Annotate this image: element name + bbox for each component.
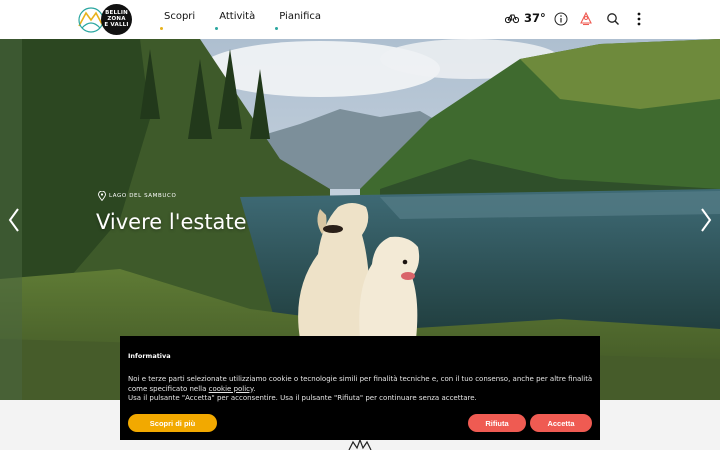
info-icon[interactable] bbox=[553, 11, 569, 27]
nav-item-attivita[interactable]: Attività bbox=[215, 11, 255, 30]
search-icon[interactable] bbox=[605, 11, 621, 27]
site-header: BELLIN ZONA E VALLI Scopri Attività Pian… bbox=[0, 0, 720, 39]
site-logo[interactable]: BELLIN ZONA E VALLI bbox=[76, 4, 132, 35]
cookie-text-part-2: . bbox=[253, 384, 256, 393]
hero-location-label: LAGO DEL SAMBUCO bbox=[109, 193, 177, 199]
weather-temperature: 37° bbox=[524, 11, 546, 25]
cookie-banner-title: Informativa bbox=[128, 352, 171, 360]
cookie-text-part-3: Usa il pulsante "Accetta" per acconsenti… bbox=[128, 394, 477, 403]
cookie-text-part-1: Noi e terze parti selezionate utilizziam… bbox=[128, 375, 593, 393]
cookie-banner-text: Noi e terze parti selezionate utilizziam… bbox=[128, 375, 594, 404]
weather-widget[interactable]: 37° bbox=[505, 11, 546, 25]
alert-icon[interactable] bbox=[578, 11, 594, 27]
reject-button[interactable]: Rifiuta bbox=[468, 414, 526, 432]
more-vertical-icon[interactable] bbox=[631, 11, 647, 27]
bicycle-weather-icon bbox=[505, 14, 519, 24]
learn-more-button[interactable]: Scopri di più bbox=[128, 414, 217, 432]
accept-button[interactable]: Accetta bbox=[530, 414, 592, 432]
hero-location: LAGO DEL SAMBUCO bbox=[98, 191, 176, 201]
logo-badge: BELLIN ZONA E VALLI bbox=[101, 4, 132, 35]
hero-title: Vivere l'estate bbox=[96, 210, 247, 234]
chevron-left-icon[interactable] bbox=[7, 207, 21, 233]
cookie-policy-link[interactable]: cookie policy bbox=[209, 385, 254, 393]
main-nav: Scopri Attività Pianifica bbox=[159, 11, 321, 30]
logo-line-3: E VALLI bbox=[104, 22, 129, 28]
location-pin-icon bbox=[98, 191, 106, 201]
nav-item-pianifica[interactable]: Pianifica bbox=[275, 11, 321, 30]
nav-item-scopri[interactable]: Scopri bbox=[159, 11, 195, 30]
cookie-banner: Informativa Noi e terze parti selezionat… bbox=[120, 336, 600, 440]
chevron-right-icon[interactable] bbox=[699, 207, 713, 233]
